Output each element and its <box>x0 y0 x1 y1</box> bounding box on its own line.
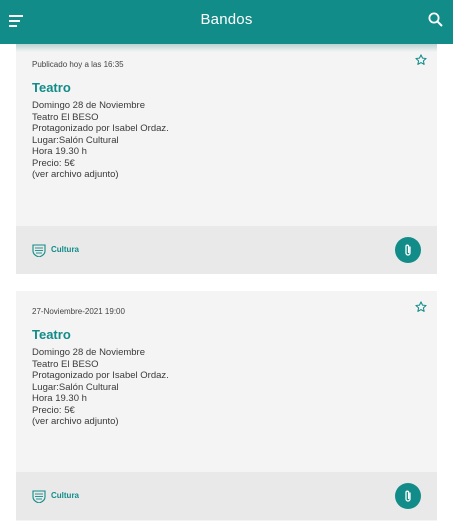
paperclip-icon <box>405 244 411 256</box>
search-icon[interactable] <box>427 11 445 29</box>
body-line: Lugar:Salón Cultural <box>32 381 119 393</box>
attachment-button[interactable] <box>395 237 421 263</box>
app-bar: Bandos <box>0 0 453 44</box>
publish-date: Publicado hoy a las 16:35 <box>32 60 124 69</box>
category-label[interactable]: Cultura <box>51 491 79 500</box>
card-footer: Cultura <box>16 472 437 520</box>
body-line: Lugar:Salón Cultural <box>32 134 119 146</box>
body-line: Hora 19.30 h <box>32 146 87 157</box>
card-title: Teatro <box>32 80 71 95</box>
category-crest-icon <box>32 490 46 503</box>
body-line: Teatro El BESO <box>32 358 99 370</box>
category-crest-icon <box>32 244 46 257</box>
body-line: Domingo 28 de Noviembre <box>32 100 146 111</box>
star-outline-icon[interactable] <box>414 300 428 314</box>
body-line: Protagonizado por Isabel Ordaz. <box>32 370 169 381</box>
card-title: Teatro <box>32 327 71 342</box>
card-footer: Cultura <box>16 226 437 274</box>
app-bar-shadow <box>16 44 437 52</box>
body-line: Hora 19.30 h <box>32 393 87 404</box>
category-label[interactable]: Cultura <box>51 245 79 254</box>
body-line: Protagonizado por Isabel Ordaz. <box>32 123 169 134</box>
body-line: Domingo 28 de Noviembre <box>32 347 146 358</box>
paperclip-icon <box>405 490 411 502</box>
publish-date: 27-Noviembre-2021 19:00 <box>32 307 125 316</box>
card-body: Domingo 28 de Noviembre Teatro El BESO P… <box>32 347 169 428</box>
body-line: Teatro El BESO <box>32 111 99 123</box>
card-body: Domingo 28 de Noviembre Teatro El BESO P… <box>32 100 169 181</box>
page-title: Bandos <box>200 11 253 28</box>
attachment-button[interactable] <box>395 483 421 509</box>
body-line: Precio: 5€ <box>32 404 75 416</box>
bando-card[interactable]: Publicado hoy a las 16:35 Teatro Domingo… <box>16 44 437 274</box>
body-line: (ver archivo adjunto) <box>32 169 119 180</box>
body-line: Precio: 5€ <box>32 157 75 169</box>
body-line: (ver archivo adjunto) <box>32 416 119 427</box>
bando-card[interactable]: 27-Noviembre-2021 19:00 Teatro Domingo 2… <box>16 291 437 521</box>
star-outline-icon[interactable] <box>414 53 428 67</box>
